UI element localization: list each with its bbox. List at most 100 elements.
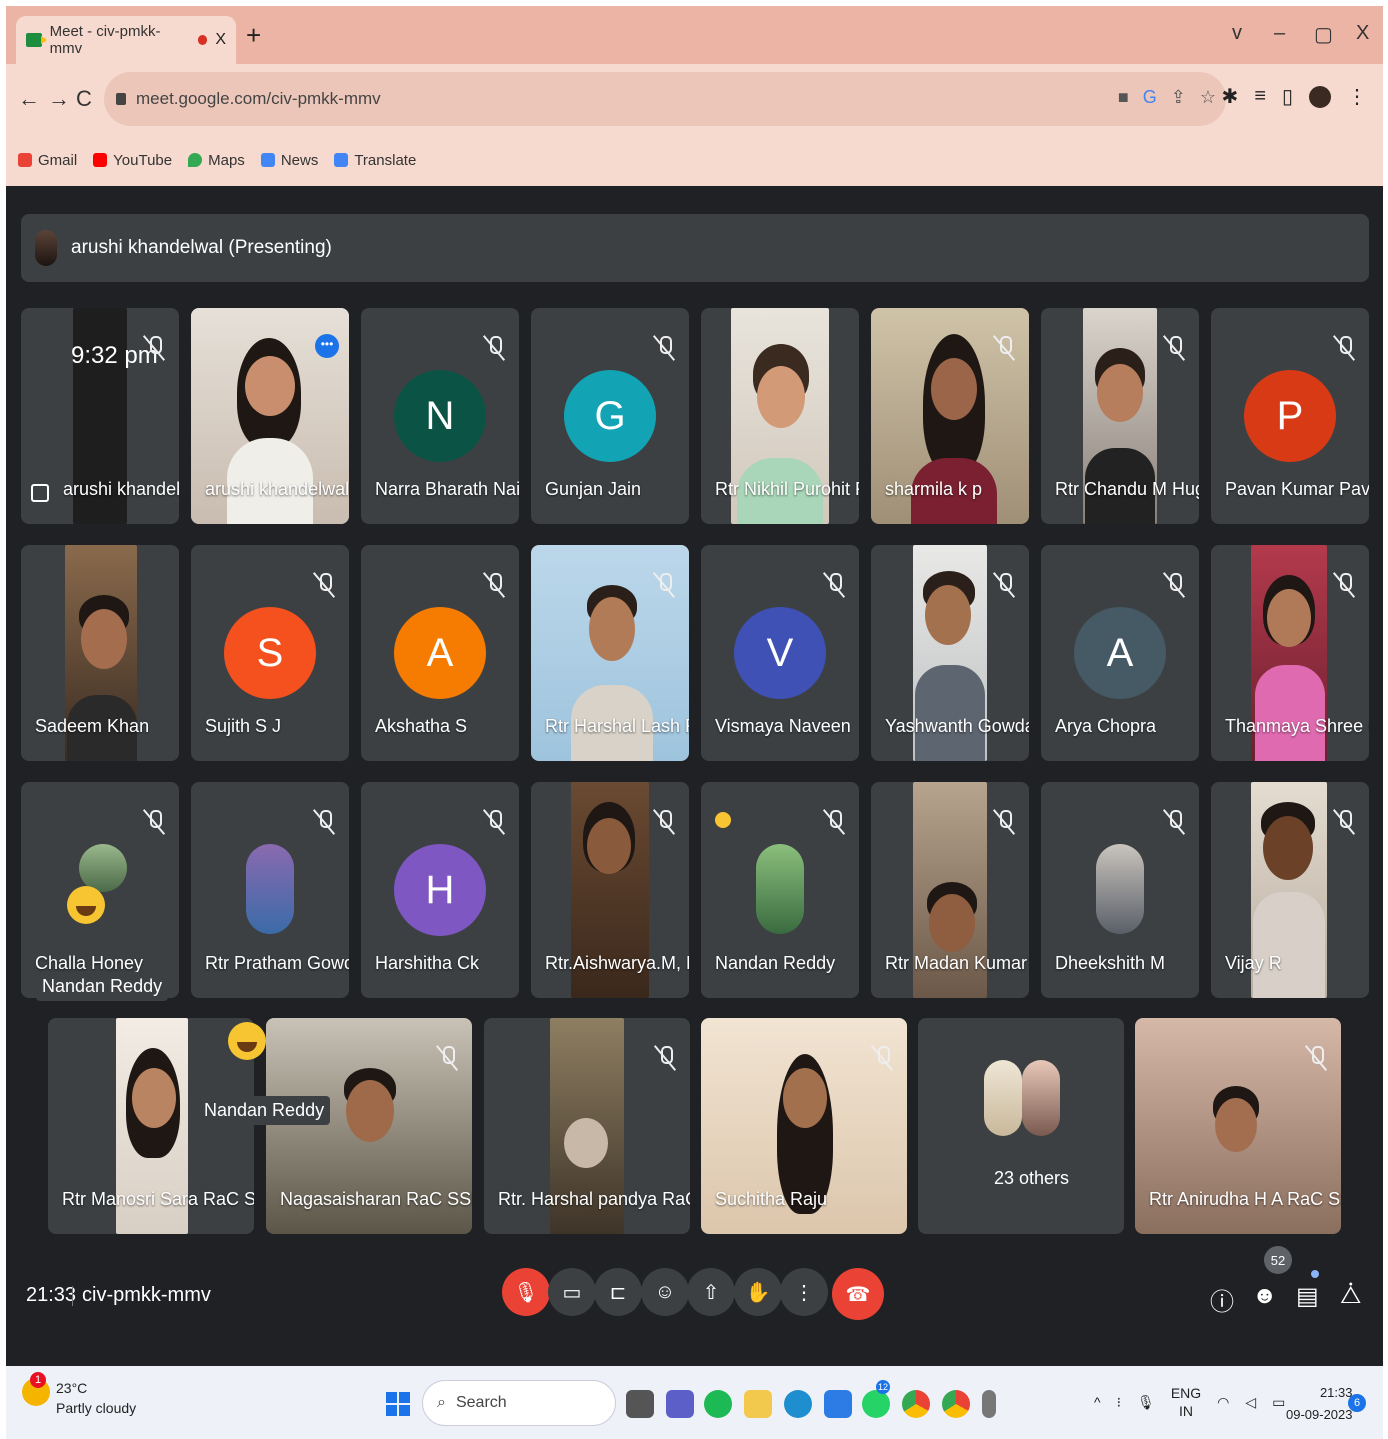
camera-in-use-icon[interactable]: ■ (1118, 87, 1129, 108)
participant-tile[interactable]: Rtr Pratham Gowda... (191, 782, 349, 998)
people-icon[interactable]: ☻ (1252, 1282, 1277, 1310)
participant-tile[interactable]: S Sujith S J (191, 545, 349, 761)
share-icon[interactable]: ⇪ (1171, 87, 1186, 108)
notification-badge[interactable]: 6 (1348, 1394, 1366, 1412)
participant-tile[interactable]: P Pavan Kumar Pavan ... (1211, 308, 1369, 524)
minimize-button[interactable]: – (1274, 22, 1285, 45)
participant-photo (1096, 844, 1144, 934)
maximize-button[interactable]: ▢ (1314, 22, 1333, 47)
whatsapp-icon[interactable] (862, 1390, 890, 1418)
participant-tile[interactable]: Nandan Reddy (701, 782, 859, 998)
participant-tile[interactable]: Rtr Nikhil Purohit Ra... (701, 308, 859, 524)
url-bar[interactable]: meet.google.com/civ-pmkk-mmv ■ G ⇪ ☆ (104, 72, 1226, 126)
participant-tile[interactable]: V Vismaya Naveen (701, 545, 859, 761)
bookmark-star-icon[interactable]: ☆ (1200, 87, 1216, 108)
chat-notification-dot (1311, 1270, 1319, 1278)
participant-tile[interactable]: N Narra Bharath Naidu (361, 308, 519, 524)
others-tile[interactable]: 23 others (918, 1018, 1124, 1234)
participant-tile[interactable]: Challa Honey (21, 782, 179, 998)
battery-icon[interactable]: ▭ (1272, 1394, 1285, 1411)
profile-avatar[interactable] (1309, 85, 1331, 108)
weather-widget[interactable]: 1 23°C Partly cloudy (22, 1372, 137, 1418)
participant-tile[interactable]: Sadeem Khan (21, 545, 179, 761)
presenter-banner[interactable]: arushi khandelwal (Presenting) (21, 214, 1369, 282)
tray-expand-icon[interactable]: ^ (1094, 1394, 1101, 1410)
muted-icon (1333, 808, 1355, 836)
participant-tile[interactable]: Rtr Manosri Sara RaC SSMR... (48, 1018, 254, 1234)
teams-icon[interactable] (666, 1390, 694, 1418)
captions-button[interactable]: ⊏ (594, 1268, 642, 1316)
gmail-icon (18, 153, 32, 167)
clock-tray[interactable]: 21:33 09-09-2023 (1286, 1382, 1353, 1426)
google-lens-icon[interactable]: G (1143, 87, 1157, 108)
close-window-button[interactable]: X (1356, 22, 1369, 45)
more-options-icon[interactable]: ••• (315, 334, 339, 358)
more-options-button[interactable]: ⋮ (780, 1268, 828, 1316)
browser-menu-icon[interactable]: ⋮ (1347, 84, 1367, 109)
activities-icon[interactable]: ⧊ (1340, 1282, 1361, 1310)
volume-icon[interactable]: ◁ (1245, 1394, 1256, 1411)
bookmark-maps[interactable]: Maps (188, 152, 245, 169)
muted-icon (143, 808, 165, 836)
task-view-icon[interactable] (626, 1390, 654, 1418)
raise-hand-button[interactable]: ✋ (734, 1268, 782, 1316)
taskbar-search[interactable]: ⌕ Search (422, 1380, 616, 1426)
microphone-app-icon[interactable] (982, 1390, 996, 1418)
participant-tile[interactable]: Rtr.Aishwarya.M, Ra... (531, 782, 689, 998)
participant-tile[interactable]: Rtr Anirudha H A RaC SSMRV (1135, 1018, 1341, 1234)
bookmark-youtube[interactable]: YouTube (93, 152, 172, 169)
file-explorer-icon[interactable] (744, 1390, 772, 1418)
participant-tile[interactable]: Thanmaya Shree G (1211, 545, 1369, 761)
participant-tile[interactable]: ••• arushi khandelwal (191, 308, 349, 524)
meeting-info-icon[interactable]: ⓘ (1210, 1282, 1234, 1317)
participant-tile[interactable]: G Gunjan Jain (531, 308, 689, 524)
bookmark-news[interactable]: News (260, 152, 318, 169)
spotify-icon[interactable] (704, 1390, 732, 1418)
mail-icon[interactable] (824, 1390, 852, 1418)
participant-name: Thanmaya Shree G (1225, 716, 1369, 736)
tab-close-button[interactable]: X (215, 31, 226, 49)
microphone-off-button[interactable]: 🎙 (502, 1268, 550, 1316)
participant-tile[interactable]: Dheekshith M (1041, 782, 1199, 998)
participant-tile[interactable]: Yashwanth Gowda.S (871, 545, 1029, 761)
camera-button[interactable]: ▭ (548, 1268, 596, 1316)
reload-button[interactable]: C (76, 86, 92, 112)
tray-app-icon[interactable]: ⁝ (1117, 1394, 1121, 1411)
edge-icon[interactable] (784, 1390, 812, 1418)
participant-tile[interactable]: H Harshitha Ck (361, 782, 519, 998)
reactions-button[interactable]: ☺ (641, 1268, 689, 1316)
participant-tile[interactable]: Rtr Madan Kumar S ,... (871, 782, 1029, 998)
participant-tile-screen[interactable]: 9:32 pm arushi khandel... (21, 308, 179, 524)
chat-icon[interactable]: ▤ (1296, 1282, 1319, 1311)
tray-mic-icon[interactable]: 🎙 (1137, 1394, 1155, 1411)
participant-tile[interactable]: Suchitha Raju (701, 1018, 907, 1234)
new-tab-button[interactable]: + (246, 22, 261, 48)
participant-tile[interactable]: A Arya Chopra (1041, 545, 1199, 761)
bookmark-translate[interactable]: Translate (334, 152, 416, 169)
chrome-active-icon[interactable] (942, 1390, 970, 1418)
browser-tab[interactable]: Meet - civ-pmkk-mmv X (16, 16, 236, 64)
leave-call-button[interactable]: ☎ (832, 1268, 884, 1320)
reading-list-icon[interactable]: ≡ (1254, 85, 1266, 108)
extensions-icon[interactable]: ✱ (1222, 84, 1239, 109)
tab-search-button[interactable]: v (1232, 22, 1242, 45)
participant-tile[interactable]: Rtr. Harshal pandya RaC SS... (484, 1018, 690, 1234)
bookmark-gmail[interactable]: Gmail (18, 152, 77, 169)
participant-tile[interactable]: A Akshatha S (361, 545, 519, 761)
weather-condition: Partly cloudy (56, 1400, 137, 1416)
participant-tile[interactable]: Rtr Harshal Lash Ra... (531, 545, 689, 761)
participant-tile[interactable]: sharmila k p (871, 308, 1029, 524)
present-screen-button[interactable]: ⇧ (687, 1268, 735, 1316)
windows-taskbar: 1 23°C Partly cloudy ⌕ Search 12 ^ ⁝ 🎙 E… (6, 1366, 1383, 1439)
wifi-icon[interactable]: ◠ (1217, 1394, 1229, 1411)
side-panel-icon[interactable]: ▯ (1282, 84, 1293, 109)
forward-button[interactable]: → (48, 86, 70, 112)
participant-tile[interactable]: Rtr Chandu M Hugar... (1041, 308, 1199, 524)
back-button[interactable]: ← (18, 86, 40, 112)
language-indicator[interactable]: ENG IN (1171, 1384, 1201, 1420)
search-placeholder: Search (455, 1394, 507, 1411)
participant-tile[interactable]: Vijay R (1211, 782, 1369, 998)
windows-start-icon[interactable] (386, 1392, 410, 1416)
chrome-icon[interactable] (902, 1390, 930, 1418)
participant-tile[interactable]: Nagasaisharan RaC SSMRV ... (266, 1018, 472, 1234)
